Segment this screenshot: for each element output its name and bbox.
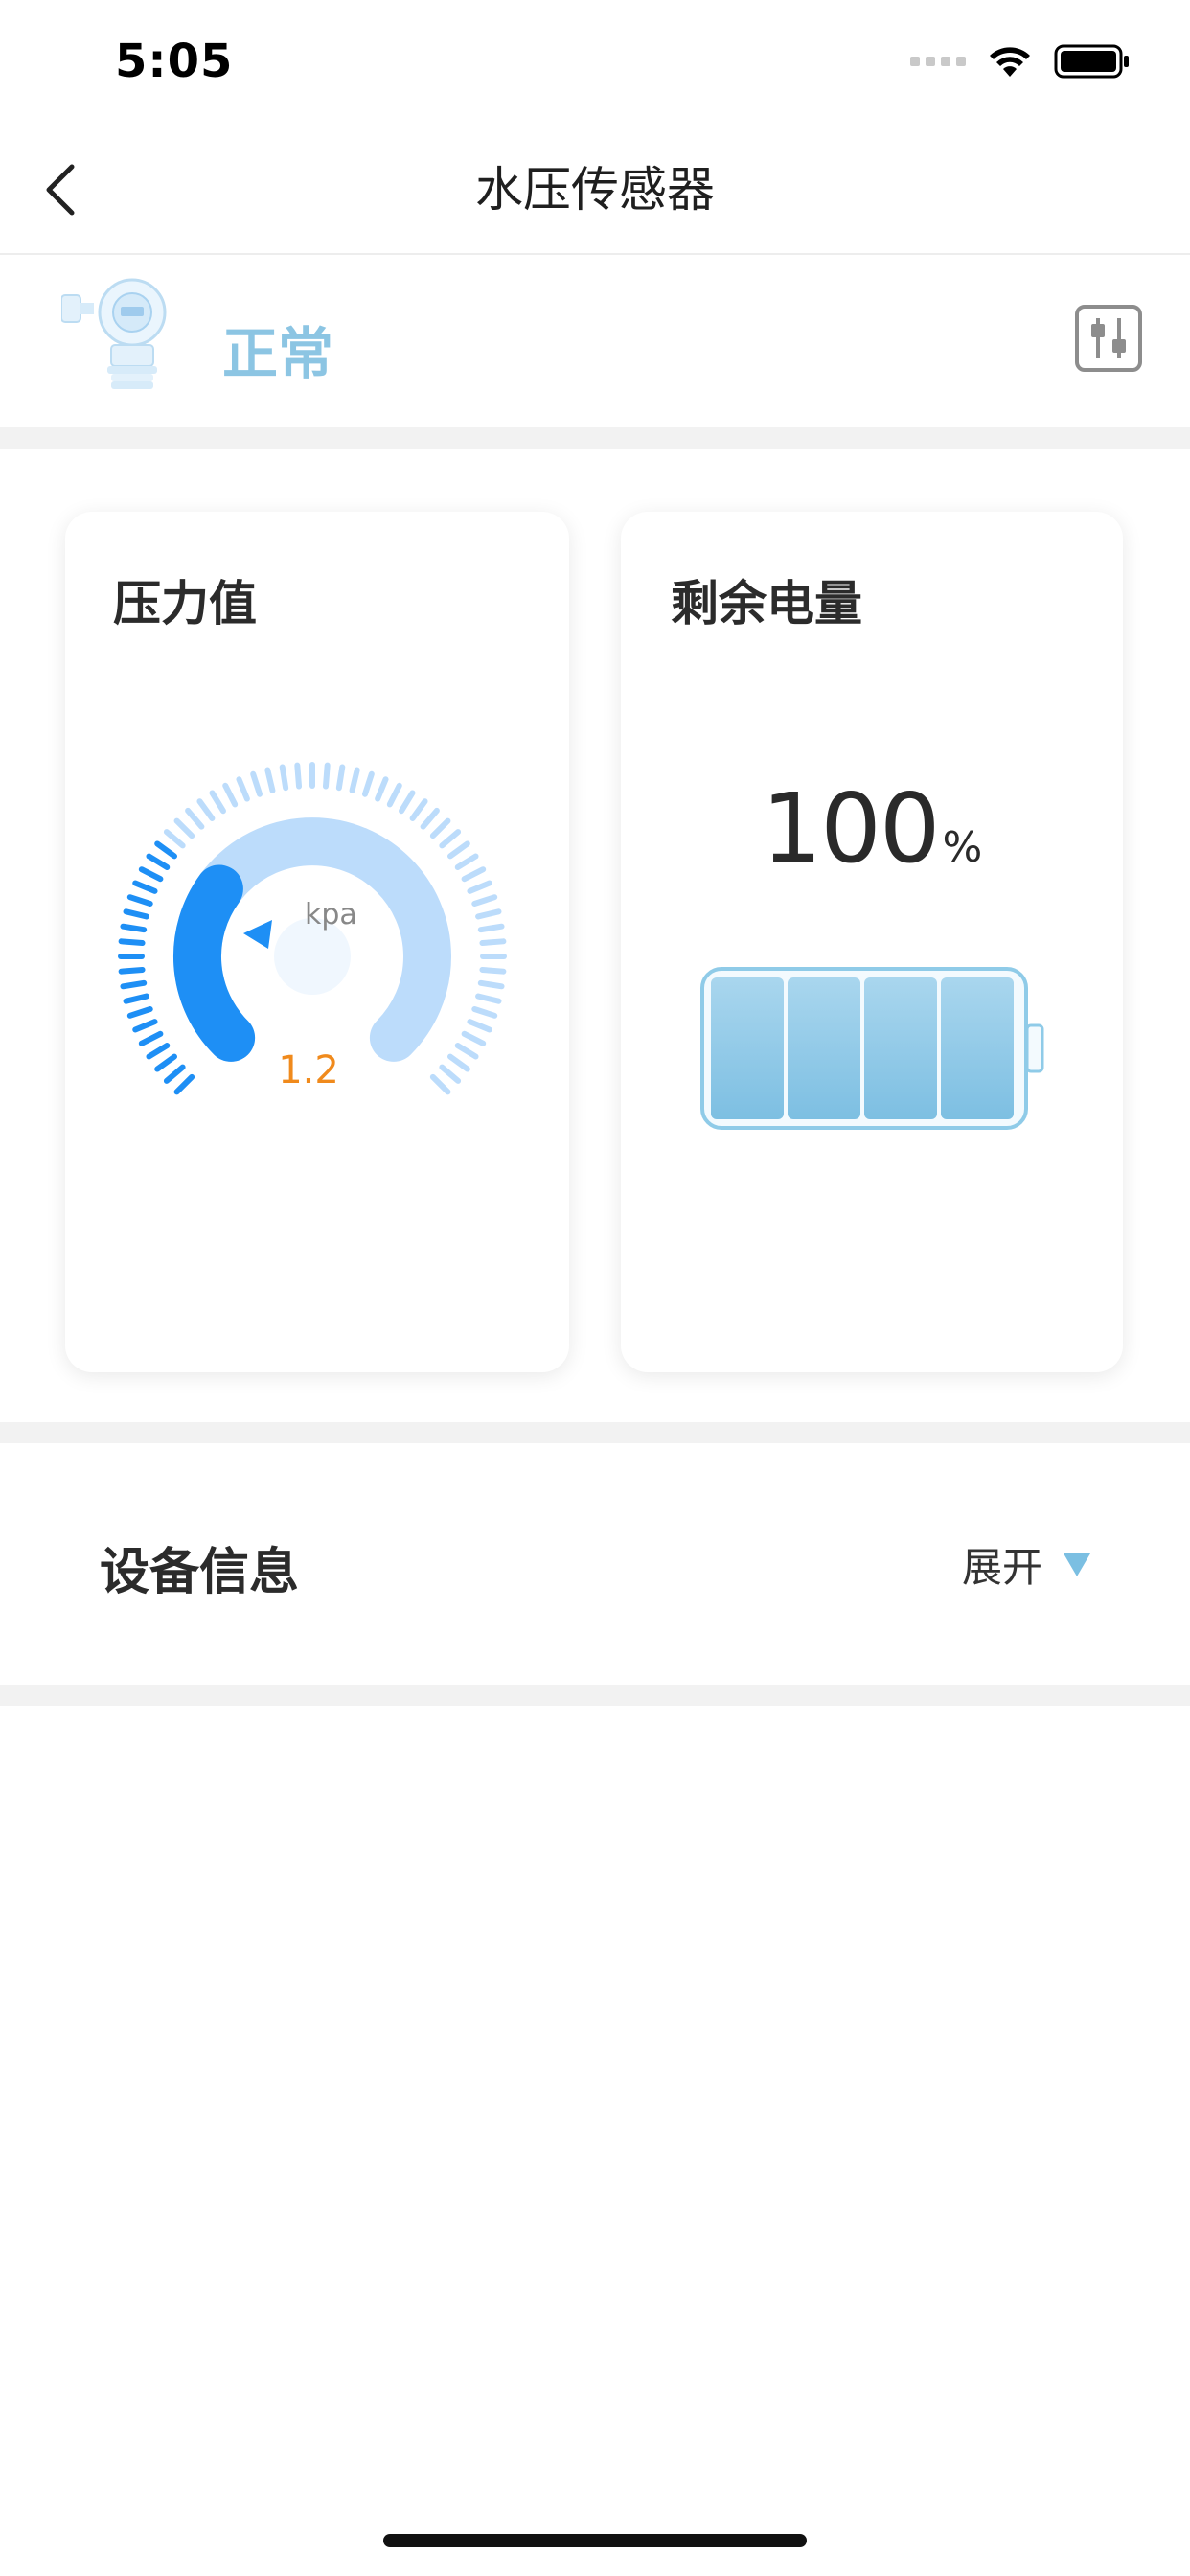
gauge-tick (120, 979, 148, 990)
gauge-tick (120, 923, 148, 933)
gauge-tick (123, 993, 149, 1004)
gauge-value: 1.2 (278, 1048, 339, 1092)
status-time: 5:05 (115, 34, 234, 88)
gauge-tick (471, 894, 498, 907)
gauge-tick (479, 966, 507, 975)
gauge-tick (429, 817, 451, 840)
section-divider-3 (0, 1685, 1190, 1706)
gauge-tick (439, 1064, 462, 1084)
battery-card (621, 512, 1123, 1372)
nav-divider (0, 253, 1190, 255)
gauge-fill (173, 864, 256, 1062)
gauge-tick (138, 866, 164, 883)
sliders-icon (1091, 318, 1126, 358)
battery-status-icon (1054, 44, 1129, 79)
gauge-tick (236, 776, 250, 802)
gauge-tick (477, 923, 505, 933)
gauge-tick (118, 938, 146, 947)
section-divider (0, 427, 1190, 448)
gauge-tick (467, 1019, 492, 1033)
gauge-tick (475, 908, 502, 920)
gauge-tick (471, 1006, 498, 1019)
gauge-tick (447, 840, 470, 860)
gauge-tick (467, 880, 492, 894)
battery-percent-unit: % (942, 823, 983, 872)
gauge-tick (447, 1053, 470, 1072)
gauge-tick (163, 1064, 186, 1084)
pressure-card-title: 压力值 (113, 576, 257, 632)
gauge-tick (399, 790, 416, 815)
gauge-tick (429, 1073, 451, 1095)
gauge-tick (439, 829, 462, 849)
expand-label: 展开 (961, 1544, 1042, 1591)
gauge-tick (454, 853, 479, 870)
gauge-tick (154, 840, 177, 860)
battery-percent-value: 100 (761, 772, 941, 885)
battery-card-title: 剩余电量 (671, 576, 862, 632)
gauge-tick (362, 770, 375, 797)
pressure-gauge: kpa 1.2 (118, 762, 507, 1095)
gauge-tick (322, 762, 331, 790)
gauge-tick (209, 790, 226, 815)
gauge-needle (243, 920, 272, 949)
gauge-tick (173, 817, 195, 840)
battery-cell (941, 978, 1014, 1119)
gauge-tick (386, 782, 402, 808)
battery-icon (700, 967, 1044, 1130)
wifi-icon (990, 47, 1030, 77)
gauge-unit: kpa (305, 898, 357, 932)
gauge-tick (475, 993, 502, 1004)
section-divider-2 (0, 1422, 1190, 1443)
gauge-tick (154, 1053, 177, 1072)
device-status-text: 正常 (222, 321, 334, 386)
gauge-tick (126, 894, 153, 907)
gauge-tick (196, 798, 216, 821)
battery-percent: 100% (621, 772, 1123, 885)
gauge-tick (461, 1030, 487, 1046)
gauge-tick (173, 1073, 195, 1095)
gauge-tick (138, 1030, 164, 1046)
gauge-tick (132, 1019, 158, 1033)
gauge-tick (335, 764, 346, 792)
gauge-tick (123, 908, 149, 920)
gauge-tick (454, 1043, 479, 1060)
gauge-tick (126, 1006, 153, 1019)
gauge-tick (409, 798, 428, 821)
gauge-tick (163, 829, 186, 849)
gauge-tick (279, 764, 289, 792)
gauge-tick (146, 1043, 171, 1060)
gauge-tick (222, 782, 239, 808)
battery-cell (788, 978, 860, 1119)
gauge-tick (132, 880, 158, 894)
gauge-tick (461, 866, 487, 883)
gauge-tick (477, 979, 505, 990)
expand-toggle[interactable]: 展开 (962, 1535, 1090, 1594)
battery-cell (711, 978, 784, 1119)
pressure-sensor-image (60, 278, 190, 397)
gauge-tick (375, 776, 389, 802)
gauge-tick (146, 853, 171, 870)
device-info-title: 设备信息 (100, 1544, 300, 1601)
gauge-tick (185, 807, 205, 830)
gauge-tick (118, 966, 146, 975)
gauge-tick (294, 762, 303, 790)
gauge-tick (250, 770, 263, 797)
page-title: 水压传感器 (475, 162, 715, 218)
status-icons (910, 42, 1131, 80)
cellular-signal-icon (910, 57, 966, 66)
gauge-tick (420, 807, 440, 830)
gauge-tick (264, 767, 276, 794)
settings-button[interactable] (1075, 305, 1142, 372)
gauge-tick (349, 767, 360, 794)
triangle-down-icon (1064, 1552, 1090, 1576)
battery-cell (864, 978, 937, 1119)
gauge-tick (479, 938, 507, 947)
home-indicator (383, 2534, 807, 2547)
